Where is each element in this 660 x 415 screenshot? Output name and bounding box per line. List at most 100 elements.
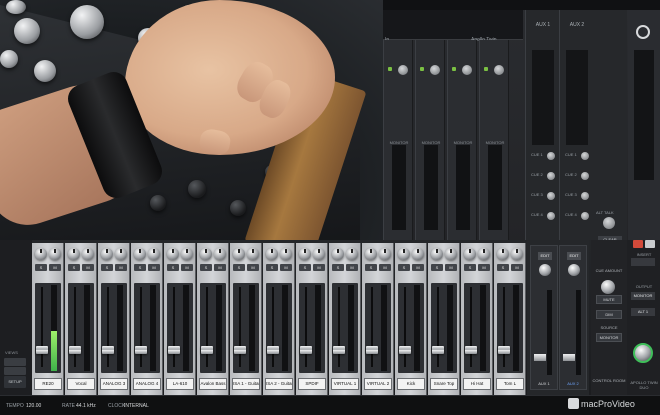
send-knob-icon[interactable] bbox=[581, 192, 589, 200]
pan-knob-icon[interactable] bbox=[134, 248, 146, 260]
aux-fader[interactable] bbox=[534, 354, 546, 361]
mute-button[interactable]: M bbox=[82, 264, 94, 271]
fader-cap[interactable] bbox=[234, 346, 246, 355]
alt-monitor-button[interactable]: ALT 1 bbox=[631, 308, 655, 316]
pan-knob-icon[interactable] bbox=[431, 248, 443, 260]
send-knob-icon[interactable] bbox=[547, 172, 555, 180]
rate-value[interactable]: 44.1 kHz bbox=[76, 402, 96, 410]
fader-cap[interactable] bbox=[399, 346, 411, 355]
fader-track[interactable] bbox=[305, 287, 307, 367]
mute-button[interactable]: M bbox=[313, 264, 325, 271]
fader-track[interactable] bbox=[470, 287, 472, 367]
solo-button[interactable]: S bbox=[365, 264, 377, 271]
clock-value[interactable]: INTERNAL bbox=[124, 402, 149, 410]
channel-name[interactable]: RE20 bbox=[34, 378, 62, 390]
solo-button[interactable]: S bbox=[68, 264, 80, 271]
talkback-knob-icon[interactable] bbox=[603, 217, 615, 229]
channel-name[interactable]: Snare Top bbox=[430, 378, 458, 390]
send-knob-icon[interactable] bbox=[547, 192, 555, 200]
fader-cap[interactable] bbox=[201, 346, 213, 355]
send-knob-icon[interactable] bbox=[478, 248, 490, 260]
insert-button[interactable] bbox=[631, 258, 655, 266]
mute-button[interactable]: MUTE bbox=[596, 295, 622, 304]
mute-button[interactable]: M bbox=[148, 264, 160, 271]
pan-knob-icon[interactable] bbox=[365, 248, 377, 260]
fader-track[interactable] bbox=[41, 287, 43, 367]
send-knob-icon[interactable] bbox=[346, 248, 358, 260]
send-knob-icon[interactable] bbox=[445, 248, 457, 260]
pan-knob-icon[interactable] bbox=[497, 248, 509, 260]
mute-button[interactable]: M bbox=[49, 264, 61, 271]
fader-track[interactable] bbox=[338, 287, 340, 367]
aux-knob-icon[interactable] bbox=[568, 264, 580, 276]
mute-button[interactable]: M bbox=[412, 264, 424, 271]
pan-knob-icon[interactable] bbox=[167, 248, 179, 260]
mute-button[interactable]: M bbox=[445, 264, 457, 271]
solo-button[interactable]: S bbox=[233, 264, 245, 271]
send-knob-icon[interactable] bbox=[547, 212, 555, 220]
pan-knob-icon[interactable] bbox=[68, 248, 80, 260]
send-knob-icon[interactable] bbox=[181, 248, 193, 260]
solo-button[interactable]: S bbox=[200, 264, 212, 271]
aux-knob-icon[interactable] bbox=[539, 264, 551, 276]
fader-cap[interactable] bbox=[366, 346, 378, 355]
fader-cap[interactable] bbox=[498, 346, 510, 355]
fader-track[interactable] bbox=[74, 287, 76, 367]
fader-cap[interactable] bbox=[36, 346, 48, 355]
view-toggle-button[interactable] bbox=[4, 358, 26, 366]
aux-edit-button[interactable]: EDIT bbox=[567, 252, 581, 260]
knob-icon[interactable] bbox=[398, 65, 408, 75]
fader-track[interactable] bbox=[239, 287, 241, 367]
channel-name[interactable]: ANALOG 4 bbox=[133, 378, 161, 390]
fader-cap[interactable] bbox=[168, 346, 180, 355]
dim-button[interactable]: DIM bbox=[596, 310, 622, 319]
channel-name[interactable]: VIRTUAL 1 bbox=[331, 378, 359, 390]
solo-button[interactable]: S bbox=[497, 264, 509, 271]
send-knob-icon[interactable] bbox=[412, 248, 424, 260]
tempo-value[interactable]: 120.00 bbox=[26, 402, 41, 410]
fader-cap[interactable] bbox=[300, 346, 312, 355]
send-knob-icon[interactable] bbox=[280, 248, 292, 260]
solo-button[interactable]: S bbox=[101, 264, 113, 271]
pan-knob-icon[interactable] bbox=[233, 248, 245, 260]
aux-fader[interactable] bbox=[563, 354, 575, 361]
cue-amount-knob-icon[interactable] bbox=[601, 280, 615, 294]
channel-name[interactable]: SPDIF bbox=[298, 378, 326, 390]
send-knob-icon[interactable] bbox=[247, 248, 259, 260]
fader-track[interactable] bbox=[107, 287, 109, 367]
aux-edit-button[interactable]: EDIT bbox=[538, 252, 552, 260]
pan-knob-icon[interactable] bbox=[464, 248, 476, 260]
send-knob-icon[interactable] bbox=[115, 248, 127, 260]
link-icon[interactable] bbox=[645, 240, 655, 248]
send-knob-icon[interactable] bbox=[511, 248, 523, 260]
send-knob-icon[interactable] bbox=[581, 172, 589, 180]
send-knob-icon[interactable] bbox=[379, 248, 391, 260]
send-knob-icon[interactable] bbox=[313, 248, 325, 260]
channel-name[interactable]: ISA 1 - Guitar Amp bbox=[232, 378, 260, 390]
fader-track[interactable] bbox=[404, 287, 406, 367]
solo-button[interactable]: S bbox=[35, 264, 47, 271]
fader-cap[interactable] bbox=[69, 346, 81, 355]
send-knob-icon[interactable] bbox=[581, 212, 589, 220]
send-knob-icon[interactable] bbox=[547, 152, 555, 160]
fader-track[interactable] bbox=[140, 287, 142, 367]
fader-track[interactable] bbox=[371, 287, 373, 367]
solo-button[interactable]: S bbox=[134, 264, 146, 271]
solo-button[interactable]: S bbox=[299, 264, 311, 271]
mute-button[interactable]: M bbox=[379, 264, 391, 271]
pan-knob-icon[interactable] bbox=[398, 248, 410, 260]
channel-name[interactable]: Hi Hat bbox=[463, 378, 491, 390]
channel-name[interactable]: VIRTUAL 2 bbox=[364, 378, 392, 390]
fader-track[interactable] bbox=[272, 287, 274, 367]
view-toggle-button[interactable] bbox=[4, 367, 26, 375]
send-knob-icon[interactable] bbox=[148, 248, 160, 260]
pan-knob-icon[interactable] bbox=[35, 248, 47, 260]
knob-icon[interactable] bbox=[430, 65, 440, 75]
fader-track[interactable] bbox=[437, 287, 439, 367]
fader-cap[interactable] bbox=[102, 346, 114, 355]
fader-cap[interactable] bbox=[135, 346, 147, 355]
send-knob-icon[interactable] bbox=[49, 248, 61, 260]
solo-button[interactable]: S bbox=[332, 264, 344, 271]
solo-button[interactable]: S bbox=[167, 264, 179, 271]
channel-name[interactable]: ISA 2 - Guitar Direct bbox=[265, 378, 293, 390]
